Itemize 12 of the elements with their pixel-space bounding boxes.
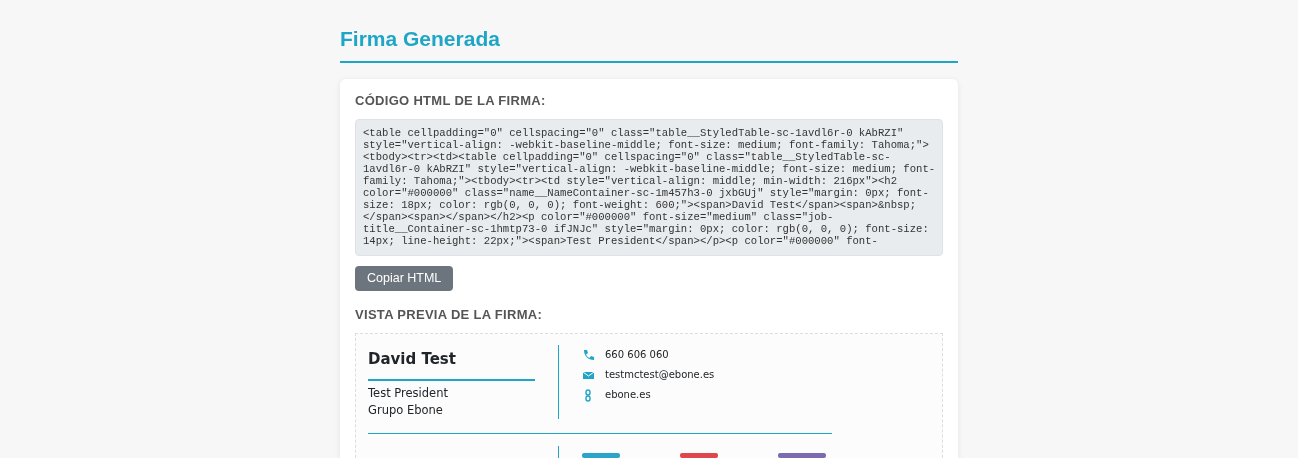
signature-name: David Test: [368, 345, 535, 381]
job-title: Test President: [368, 384, 449, 402]
section-heading: VISTA PREVIA DE LA FIRMA:: [355, 307, 544, 323]
contact-text: testmctest@ebone.es: [605, 368, 715, 382]
company-name: Grupo Ebone: [368, 401, 444, 419]
contact-text: ebone.es: [605, 388, 651, 402]
copy-button[interactable]: Copiar HTML: [355, 266, 454, 291]
page-title: Firma Generada: [340, 27, 958, 63]
contact-text: 660 606 060: [605, 348, 669, 362]
section-heading: CÓDIGO HTML DE LA FIRMA:: [355, 93, 547, 109]
code-field[interactable]: <table cellpadding="0" cellspacing="0" class="table__StyledTable-sc-1avdl6r-0 kAbRZI" style="vertical-align: -webkit-baseline-middle; font-size: medium; font-family: Tahoma;"> <tbody><tr><td><table cellpadding="0" cellspacing="0" class="table__StyledTable-sc- 1avdl6r-0 kAbRZI" style="vertical-align: -webkit-baseline-middle; font-size: medium; font- family: Tahoma;"><tbody><tr><td style="vertical-align: middle; min-width: 216px"><h2 color="#000000" class="name__NameContainer-sc-1m457h3-0 jxbGUj" style="margin: 0px; font- size: 18px; color: rgb(0, 0, 0); font-weight: 600;"><span>David Test</span><span>&nbsp; </span><span></span></h2><p color="#000000" font-size="medium" class="job- title__Container-sc-1hmtp73-0 ifJNJc" style="margin: 0px; color: rgb(0, 0, 0); font-size: 14px; line-height: 22px;"><span>Test President</span></p><p color="#000000" font-: [355, 119, 943, 256]
phone-icon: [582, 348, 595, 362]
